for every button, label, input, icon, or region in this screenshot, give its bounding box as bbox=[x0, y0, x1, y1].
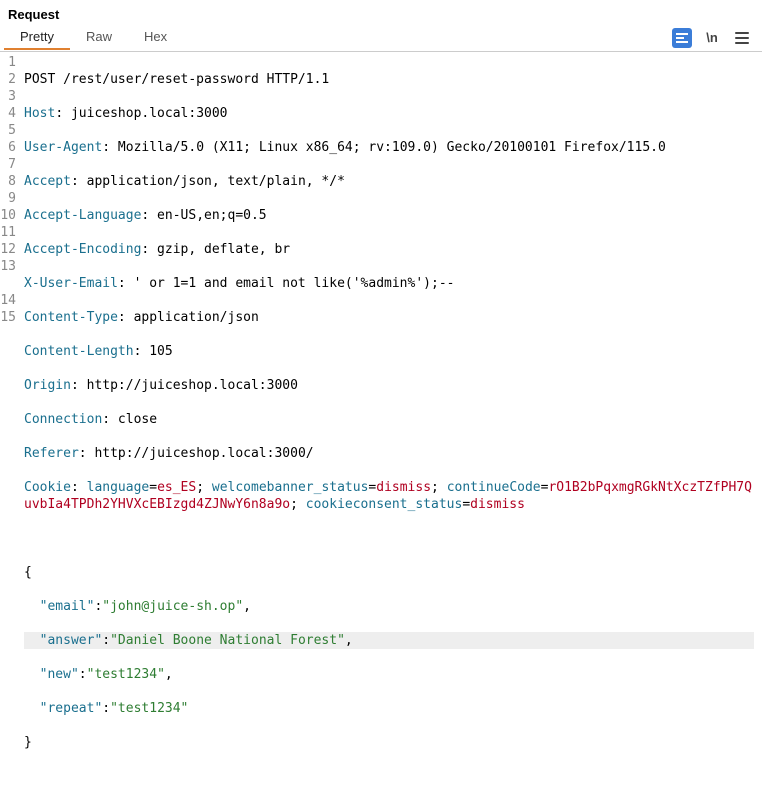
header-line: Accept-Encoding: gzip, deflate, br bbox=[24, 241, 754, 258]
header-line: Referer: http://juiceshop.local:3000/ bbox=[24, 445, 754, 462]
header-line: Accept-Language: en-US,en;q=0.5 bbox=[24, 207, 754, 224]
lineno: 12 bbox=[0, 241, 16, 258]
code-content[interactable]: POST /rest/user/reset-password HTTP/1.1 … bbox=[20, 54, 762, 785]
hamburger-icon bbox=[735, 32, 749, 44]
header-line: Accept: application/json, text/plain, */… bbox=[24, 173, 754, 190]
panel-title: Request bbox=[8, 7, 59, 22]
request-line: POST /rest/user/reset-password HTTP/1.1 bbox=[24, 71, 754, 88]
lineno: 6 bbox=[0, 139, 16, 156]
header-line: X-User-Email: ' or 1=1 and email not lik… bbox=[24, 275, 754, 292]
panel-header: Request bbox=[0, 0, 762, 24]
format-icon bbox=[676, 33, 688, 43]
body-kv: "repeat":"test1234" bbox=[24, 700, 754, 717]
lineno: 14 bbox=[0, 292, 16, 309]
toolbar: \n bbox=[672, 28, 758, 48]
lineno: 4 bbox=[0, 105, 16, 122]
format-button[interactable] bbox=[672, 28, 692, 48]
lineno: 1 bbox=[0, 54, 16, 71]
menu-button[interactable] bbox=[732, 28, 752, 48]
lineno: 10 bbox=[0, 207, 16, 224]
header-line: Content-Type: application/json bbox=[24, 309, 754, 326]
tabs-row: Pretty Raw Hex \n bbox=[0, 24, 762, 52]
body-kv: "new":"test1234", bbox=[24, 666, 754, 683]
line-number-gutter: 1 2 3 4 5 6 7 8 9 10 11 12 13 14 15 bbox=[0, 54, 20, 785]
header-line: Origin: http://juiceshop.local:3000 bbox=[24, 377, 754, 394]
body-open: { bbox=[24, 564, 754, 581]
body-close: } bbox=[24, 734, 754, 751]
header-line: Host: juiceshop.local:3000 bbox=[24, 105, 754, 122]
header-line: User-Agent: Mozilla/5.0 (X11; Linux x86_… bbox=[24, 139, 754, 156]
tab-hex[interactable]: Hex bbox=[128, 25, 183, 50]
lineno: 15 bbox=[0, 309, 16, 326]
lineno: 11 bbox=[0, 224, 16, 241]
lineno: 3 bbox=[0, 88, 16, 105]
tab-raw[interactable]: Raw bbox=[70, 25, 128, 50]
body-kv: "email":"john@juice-sh.op", bbox=[24, 598, 754, 615]
header-line: Content-Length: 105 bbox=[24, 343, 754, 360]
header-line: Connection: close bbox=[24, 411, 754, 428]
lineno: 9 bbox=[0, 190, 16, 207]
lineno: 7 bbox=[0, 156, 16, 173]
view-tabs: Pretty Raw Hex bbox=[4, 25, 183, 50]
newline-toggle-button[interactable]: \n bbox=[702, 28, 722, 48]
tab-pretty[interactable]: Pretty bbox=[4, 25, 70, 50]
blank-line bbox=[24, 530, 754, 547]
lineno: 2 bbox=[0, 71, 16, 88]
body-kv-highlighted: "answer":"Daniel Boone National Forest", bbox=[24, 632, 754, 649]
lineno: 5 bbox=[0, 122, 16, 139]
cookie-line: Cookie: language=es_ES; welcomebanner_st… bbox=[24, 479, 754, 513]
lineno: 13 bbox=[0, 258, 16, 275]
lineno: 8 bbox=[0, 173, 16, 190]
http-editor[interactable]: 1 2 3 4 5 6 7 8 9 10 11 12 13 14 15 POST… bbox=[0, 52, 762, 785]
